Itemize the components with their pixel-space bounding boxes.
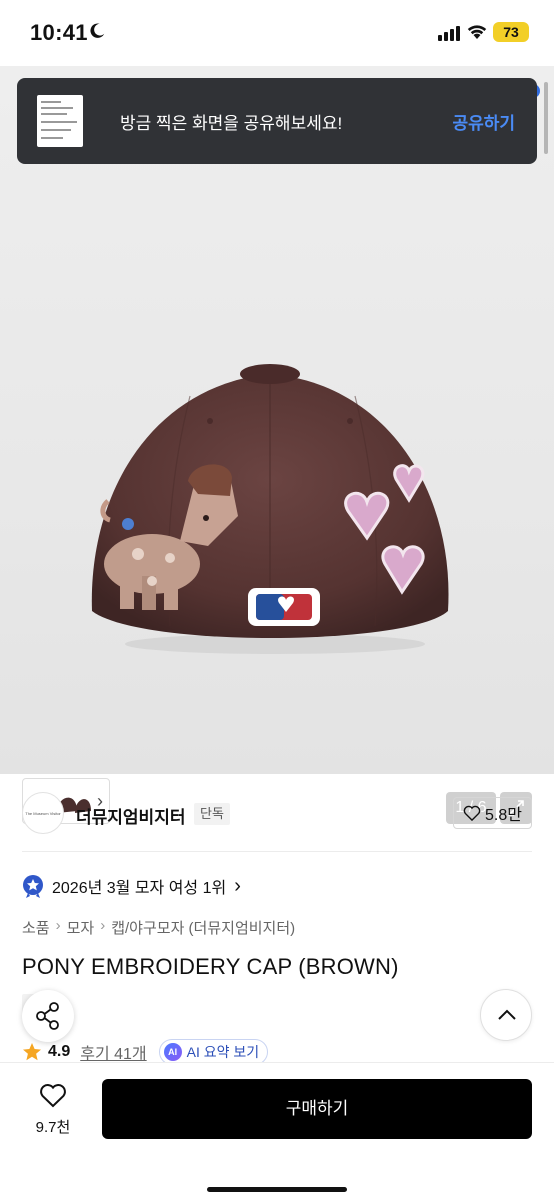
signal-icon xyxy=(438,25,460,41)
brand-like-button[interactable]: 5.8만 xyxy=(453,797,532,829)
rating-row: 4.9 후기 41개 AI AI 요약 보기 xyxy=(22,1039,269,1065)
battery-icon: 73 xyxy=(493,22,529,42)
scrollbar[interactable] xyxy=(544,82,548,154)
chevron-up-icon xyxy=(498,1009,516,1020)
chevron-right-icon: › xyxy=(55,917,61,934)
product-title: PONY EMBROIDERY CAP (BROWN) xyxy=(22,954,399,979)
moon-icon xyxy=(90,23,105,38)
wifi-icon xyxy=(467,25,487,39)
chevron-right-icon: › xyxy=(100,917,106,934)
share-button[interactable] xyxy=(22,990,74,1042)
breadcrumb: 소품 › 모자 › 캡/야구모자 (더뮤지엄비지터) xyxy=(22,917,295,938)
ai-summary-label: AI 요약 보기 xyxy=(186,1044,260,1060)
breadcrumb-item[interactable]: 소품 xyxy=(22,917,50,938)
home-indicator xyxy=(207,1187,347,1192)
product-image-gallery[interactable]: › 1 / 6 xyxy=(0,66,554,824)
share-action-button[interactable]: 공유하기 xyxy=(452,109,515,134)
chevron-right-icon: › xyxy=(234,874,241,897)
share-toast: 방금 찍은 화면을 공유해보세요! 공유하기 xyxy=(17,78,537,164)
ai-icon: AI xyxy=(163,1043,182,1061)
status-time: 10:41 xyxy=(30,20,88,45)
status-bar: 10:41 73 xyxy=(0,0,554,66)
heart-outline-icon xyxy=(40,1084,66,1108)
divider xyxy=(22,851,532,852)
star-icon xyxy=(23,1043,41,1061)
scroll-top-button[interactable] xyxy=(480,989,532,1041)
brand-exclusive-badge: 단독 xyxy=(194,803,230,825)
brand-logo[interactable]: The Museum Visitor xyxy=(22,792,64,834)
bottom-action-bar: 9.7천 구매하기 xyxy=(0,1062,554,1200)
buy-button[interactable]: 구매하기 xyxy=(102,1079,532,1139)
review-count-link[interactable]: 후기 41개 xyxy=(80,1040,146,1064)
medal-icon xyxy=(23,875,43,898)
wishlist-button[interactable]: 9.7천 xyxy=(28,1083,78,1137)
brand-like-count: 5.8만 xyxy=(485,807,522,824)
product-image xyxy=(91,364,449,654)
rating-value: 4.9 xyxy=(48,1043,71,1060)
breadcrumb-item[interactable]: 모자 xyxy=(67,917,95,938)
ranking-text: 2026년 3월 모자 여성 1위 xyxy=(52,880,227,897)
share-icon xyxy=(36,1002,59,1030)
breadcrumb-item[interactable]: 캡/야구모자 (더뮤지엄비지터) xyxy=(111,917,295,938)
wishlist-count: 9.7천 xyxy=(35,1119,71,1136)
screenshot-thumbnail xyxy=(37,95,83,147)
heart-outline-icon xyxy=(463,805,481,821)
ranking-link[interactable]: 2026년 3월 모자 여성 1위 › xyxy=(22,873,241,899)
brand-name[interactable]: 더뮤지엄비지터 xyxy=(76,803,185,828)
toast-message: 방금 찍은 화면을 공유해보세요! xyxy=(120,114,343,133)
